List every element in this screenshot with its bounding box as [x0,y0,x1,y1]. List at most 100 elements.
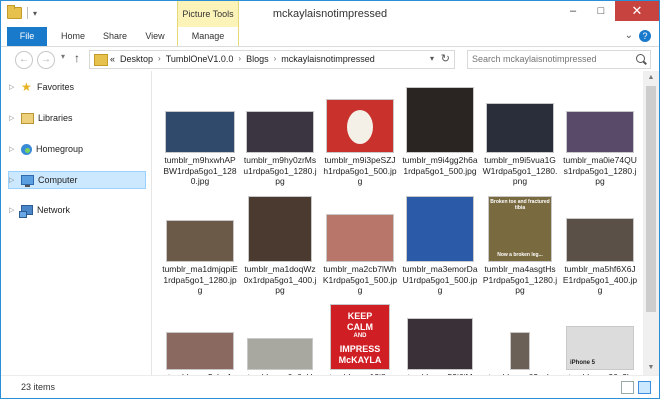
file-name: tumblr_ma5hf6X6JE1rdpa5go1_400.jpg [562,264,638,295]
chevron-right-icon[interactable]: › [238,54,241,64]
file-item[interactable]: tumblr_ma62xob [482,294,558,375]
file-thumbnail[interactable]: iPhone 5 [566,326,634,370]
file-item[interactable]: tumblr_m9i5vua1GW1rdpa5go1_1280.png [482,77,558,186]
file-name: tumblr_m9i3peSZJh1rdpa5go1_500.jpg [323,155,397,186]
sidebar-item-label: Libraries [38,113,73,123]
library-icon [21,112,34,124]
sidebar-item-label: Favorites [37,82,75,92]
file-thumbnail[interactable] [246,111,314,153]
sidebar-item-homegroup[interactable]: ▷ Homegroup [9,141,145,157]
scroll-down-icon[interactable]: ▼ [643,361,659,375]
file-item[interactable]: tumblr_ma3emorDaU1rdpa5go1_500.jpg [402,186,478,295]
expand-icon[interactable]: ▷ [9,176,17,184]
tab-home[interactable]: Home [51,27,95,46]
file-thumbnail[interactable] [326,99,394,153]
breadcrumb-overflow[interactable]: « [110,54,115,64]
window-controls: – □ ✕ [559,1,659,21]
file-thumbnail[interactable] [510,332,530,370]
file-item[interactable]: tumblr_ma1doqWz0x1rdpa5go1_400.jpg [242,186,318,295]
sidebar-item-label: Homegroup [36,144,84,154]
sidebar-item-label: Computer [38,175,78,185]
scrollbar-thumb[interactable] [646,86,656,312]
address-dropdown-icon[interactable]: ▾ [430,54,434,63]
search-box [467,50,651,69]
tab-view[interactable]: View [137,27,173,46]
thumbnail-caption: iPhone 5 [570,360,596,366]
file-item[interactable]: Broken toe and fractured tibia Now a brok… [482,186,558,295]
file-thumbnail[interactable] [166,332,234,370]
maximize-button[interactable]: □ [587,1,615,21]
forward-button[interactable]: → [37,51,55,69]
large-icons-view-icon[interactable] [638,381,651,394]
expand-icon[interactable]: ▷ [9,145,17,153]
sidebar-item-libraries[interactable]: ▷ Libraries [9,110,145,126]
file-thumbnail[interactable] [406,87,474,153]
expand-icon[interactable]: ▷ [9,83,17,91]
up-button[interactable]: ↑ [74,51,80,65]
file-name: tumblr_m9hxwhAPBW1rdpa5go1_1280.jpg [163,155,237,186]
file-thumbnail[interactable] [165,111,235,153]
close-button[interactable]: ✕ [615,1,659,21]
title-bar: ▾ Picture Tools mckaylaisnotimpressed – … [1,1,659,27]
file-item[interactable]: tumblr_ma0ie74QUs1rdpa5go1_1280.jpg [562,77,638,186]
file-thumbnail[interactable]: KEEP CALM AND IMPRESS McKAYLA [330,304,390,370]
thumbnail-caption: Now a broken leg... [497,252,543,258]
sidebar-item-network[interactable]: ▷ Network [9,202,145,218]
file-item[interactable]: tumblr_ma1dmjqpiE1rdpa5go1_1280.jpg [162,186,238,295]
vertical-scrollbar[interactable]: ▲ ▼ [643,71,659,375]
file-thumbnail[interactable] [407,318,473,370]
chevron-right-icon[interactable]: › [158,54,161,64]
expand-ribbon-icon[interactable]: ⌄ [625,30,633,42]
address-bar[interactable]: « Desktop › TumblOneV1.0.0 › Blogs › mck… [89,50,455,69]
minimize-button[interactable]: – [559,1,587,21]
poster-text: McKAYLA [338,355,382,365]
tab-share[interactable]: Share [97,27,133,46]
help-icon[interactable]: ? [639,30,651,42]
file-thumbnail[interactable] [247,338,313,370]
breadcrumb-tumblone[interactable]: TumblOneV1.0.0 [166,54,234,64]
file-item[interactable]: tumblr_ma2cb7lWhK1rdpa5go1_500.jpg [322,186,398,295]
refresh-icon[interactable]: ↻ [441,52,450,65]
file-thumbnail[interactable] [326,214,394,262]
file-item[interactable]: tumblr_m9hxwhAPBW1rdpa5go1_1280.jpg [162,77,238,186]
file-thumbnail[interactable] [566,111,634,153]
file-item[interactable]: iPhone 5tumblr_ma90x3h [562,294,638,375]
breadcrumb-blogs[interactable]: Blogs [246,54,269,64]
details-view-icon[interactable] [621,381,634,394]
file-item[interactable]: tumblr_ma5zhqA [162,294,238,375]
file-thumbnail[interactable] [248,196,312,262]
view-switcher [621,381,651,394]
recent-locations-button[interactable]: ▾ [61,52,65,61]
file-item[interactable]: tumblr_m9i3peSZJh1rdpa5go1_500.jpg [322,77,398,186]
chevron-right-icon[interactable]: › [274,54,277,64]
expand-icon[interactable]: ▷ [9,206,17,214]
file-thumbnail[interactable] [166,220,234,262]
file-item[interactable]: tumblr_ma5hf6X6JE1rdpa5go1_400.jpg [562,186,638,295]
tab-manage[interactable]: Manage [177,27,239,46]
file-item[interactable]: tumblr_m9i4gg2h6a1rdpa5go1_500.jpg [402,77,478,185]
expand-icon[interactable]: ▷ [9,114,17,122]
file-item[interactable]: KEEPCALMANDIMPRESSMcKAYLAtumblr_ma12i8a [322,294,398,375]
breadcrumb-current-folder[interactable]: mckaylaisnotimpressed [281,54,375,64]
file-item[interactable]: tumblr_m9hy0zrMsu1rdpa5go1_1280.jpg [242,77,318,186]
scroll-up-icon[interactable]: ▲ [643,71,659,85]
file-thumbnail[interactable] [406,196,474,262]
sidebar-item-favorites[interactable]: ▷ ★ Favorites [9,79,145,95]
ribbon-options: ⌄ ? [625,30,651,42]
file-name: tumblr_m9i4gg2h6a1rdpa5go1_500.jpg [402,155,478,176]
file-name: tumblr_ma3emorDaU1rdpa5go1_500.jpg [402,264,478,295]
file-item[interactable]: tumblr_ma59j6jM [402,294,478,375]
tab-file[interactable]: File [7,27,47,46]
search-input[interactable] [472,51,632,66]
file-thumbnail[interactable]: Broken toe and fractured tibia Now a brok… [488,196,552,262]
navigation-bar: ← → ▾ ↑ « Desktop › TumblOneV1.0.0 › Blo… [1,47,659,71]
poster-text: AND [353,333,367,339]
file-item[interactable]: tumblr_ma6u6eH [242,294,318,375]
file-thumbnail[interactable] [486,103,554,153]
file-thumbnail[interactable] [566,218,634,262]
breadcrumb-desktop[interactable]: Desktop [120,54,153,64]
sidebar-item-computer[interactable]: ▷ Computer [8,171,146,189]
explorer-window: ▾ Picture Tools mckaylaisnotimpressed – … [0,0,660,399]
back-button[interactable]: ← [15,51,33,69]
search-icon[interactable] [636,54,645,63]
